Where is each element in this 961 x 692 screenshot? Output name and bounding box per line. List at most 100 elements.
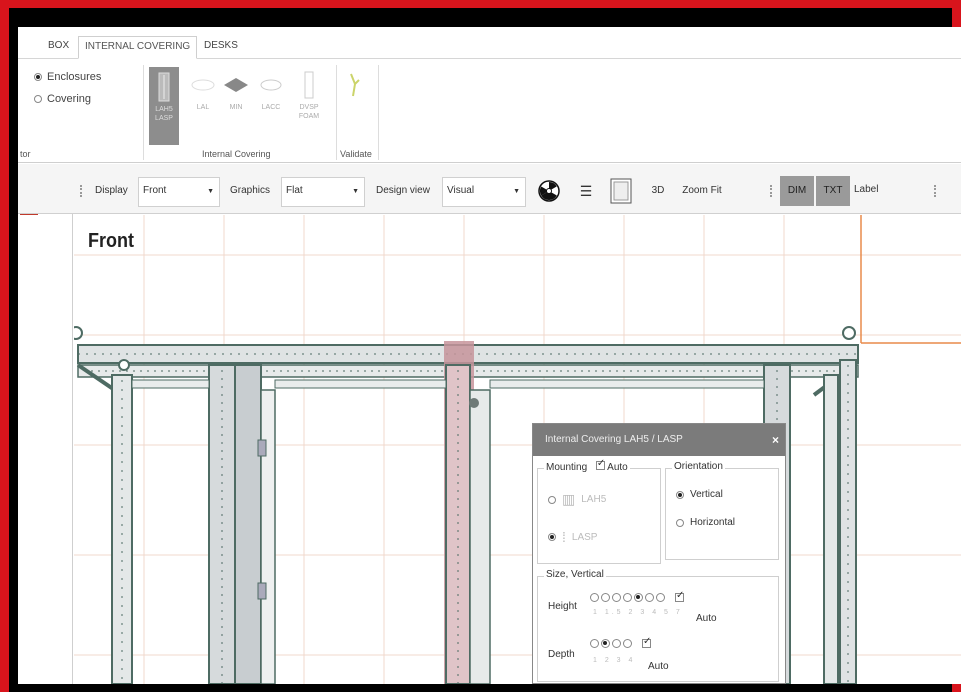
horizontal-option[interactable]: Horizontal — [676, 517, 735, 528]
min-label: MIN — [229, 104, 243, 111]
3d-button[interactable]: 3D — [648, 176, 668, 206]
radio-unselected-icon — [590, 593, 599, 602]
toolbar-grip-icon[interactable] — [770, 185, 772, 197]
depth-scale[interactable] — [590, 636, 651, 648]
radio-unselected-icon — [623, 593, 632, 602]
display-select[interactable]: Front ▼ — [138, 177, 220, 207]
ribbon-tabs: BOX INTERNAL COVERING DESKS — [18, 27, 961, 59]
lah5-lasp-label: LAH5 LASP — [155, 106, 173, 122]
lal-button[interactable]: LAL — [188, 67, 218, 112]
app-window: BOX INTERNAL COVERING DESKS Enclosures C… — [18, 27, 961, 684]
vertical-label: Vertical — [690, 489, 723, 500]
radio-unselected-icon — [612, 593, 621, 602]
left-pane: DC — [18, 189, 73, 684]
internal-covering-group-label: Internal Covering — [202, 149, 271, 159]
mounting-label: Mounting — [546, 462, 588, 473]
vertical-option[interactable]: Vertical — [676, 489, 723, 500]
list-icon[interactable]: ☰ — [578, 176, 594, 206]
depth-label: Depth — [548, 649, 575, 660]
orientation-legend: Orientation — [672, 461, 725, 472]
toolbar-grip-icon[interactable] — [80, 185, 82, 197]
min-button[interactable]: MIN — [221, 67, 251, 112]
mounting-legend: Mounting Auto — [544, 458, 630, 473]
graphics-value: Flat — [286, 185, 303, 196]
internal-covering-dialog: Internal Covering LAH5 / LASP × Mounting… — [532, 423, 786, 684]
radio-unselected-icon — [612, 639, 621, 648]
depth-scale-numbers: 1 2 3 4 — [593, 657, 636, 664]
graphics-select[interactable]: Flat ▼ — [281, 177, 365, 207]
label-value: Label — [854, 184, 879, 195]
horizontal-label: Horizontal — [690, 517, 736, 528]
red-border-left — [0, 0, 9, 692]
toolbar-grip-icon[interactable] — [934, 185, 936, 197]
radio-selected-icon — [676, 490, 684, 499]
txt-button[interactable]: TXT — [816, 176, 850, 206]
depth-auto-checkbox[interactable] — [642, 636, 651, 648]
tab-desks[interactable]: DESKS — [198, 36, 244, 59]
diamond-icon — [221, 67, 251, 103]
dvsp-foam-button[interactable]: DVSP FOAM — [294, 67, 324, 121]
lah5-label: LAH5 — [581, 494, 607, 505]
design-view-select[interactable]: Visual ▼ — [442, 177, 526, 207]
dialog-title-bar[interactable]: Internal Covering LAH5 / LASP × — [533, 424, 785, 456]
height-scale[interactable] — [590, 590, 684, 602]
frame-view-icon[interactable] — [608, 176, 634, 206]
tab-internal-covering[interactable]: INTERNAL COVERING — [78, 36, 198, 59]
ribbon: Enclosures Covering tor LAH5 LASP LAL MI… — [18, 59, 961, 163]
radio-unselected-icon — [601, 593, 610, 602]
validate-icon — [340, 67, 370, 103]
enclosure-drawing — [74, 215, 961, 684]
display-value: Front — [143, 185, 167, 196]
size-vertical-group: Size, Vertical Height 1 1.5 2 3 4 5 7 Au… — [537, 569, 779, 682]
lacc-button[interactable]: LACC — [256, 67, 286, 112]
radio-selected-icon — [34, 73, 42, 81]
radio-unselected-icon — [676, 518, 684, 527]
height-label: Height — [548, 601, 577, 612]
height-auto-label: Auto — [696, 613, 717, 624]
lah5-lasp-button[interactable]: LAH5 LASP — [149, 67, 179, 145]
lacc-label: LACC — [261, 104, 281, 111]
radio-unselected-icon — [34, 95, 42, 103]
dim-button[interactable]: DIM — [780, 176, 814, 206]
enclosures-label: Enclosures — [47, 71, 102, 83]
validate-group-label: Validate — [340, 149, 372, 159]
tab-box[interactable]: BOX — [42, 36, 75, 59]
validate-button[interactable] — [340, 67, 370, 103]
orientation-group: Orientation Vertical Horizontal — [665, 461, 779, 560]
ribbon-separator — [143, 65, 144, 160]
lasp-option[interactable]: ⁞ LASP — [548, 529, 597, 545]
ribbon-separator-3 — [378, 65, 379, 160]
height-auto-checkbox[interactable] — [675, 590, 684, 602]
drawing-canvas[interactable]: Front — [74, 215, 961, 684]
chevron-down-icon: ▼ — [207, 188, 214, 195]
label-select[interactable]: Label — [850, 177, 918, 207]
close-icon[interactable]: × — [772, 424, 779, 456]
radio-unselected-icon — [590, 639, 599, 648]
radiation-icon[interactable] — [536, 176, 562, 206]
radio-unselected-icon — [645, 593, 654, 602]
zoom-fit-button[interactable]: Zoom Fit — [674, 176, 730, 206]
height-scale-numbers: 1 1.5 2 3 4 5 7 — [593, 609, 683, 616]
radio-unselected-icon — [656, 593, 665, 602]
dialog-title: Internal Covering LAH5 / LASP — [545, 434, 683, 445]
mounting-group: Mounting Auto ▥ LAH5 ⁞ LASP — [537, 458, 661, 564]
covering-icon — [188, 67, 218, 103]
depth-auto-label: Auto — [648, 661, 669, 672]
red-border-top — [0, 0, 961, 8]
lal-label: LAL — [196, 104, 210, 111]
chevron-down-icon: ▼ — [513, 188, 520, 195]
display-label: Display — [95, 185, 128, 196]
radio-unselected-icon — [548, 495, 556, 504]
enclosures-radio[interactable]: Enclosures — [34, 71, 101, 83]
radio-selected-icon — [634, 593, 643, 602]
chevron-down-icon: ▼ — [352, 188, 359, 195]
panel-icon — [149, 69, 179, 105]
design-view-value: Visual — [447, 185, 475, 196]
covering-radio[interactable]: Covering — [34, 93, 91, 105]
ring-icon — [256, 67, 286, 103]
lasp-label: LASP — [571, 531, 598, 543]
auto-checkbox[interactable] — [595, 458, 605, 470]
lah5-option[interactable]: ▥ LAH5 — [548, 491, 606, 508]
lasp-icon: ⁞ — [562, 529, 566, 545]
view-title: Front — [88, 230, 134, 252]
